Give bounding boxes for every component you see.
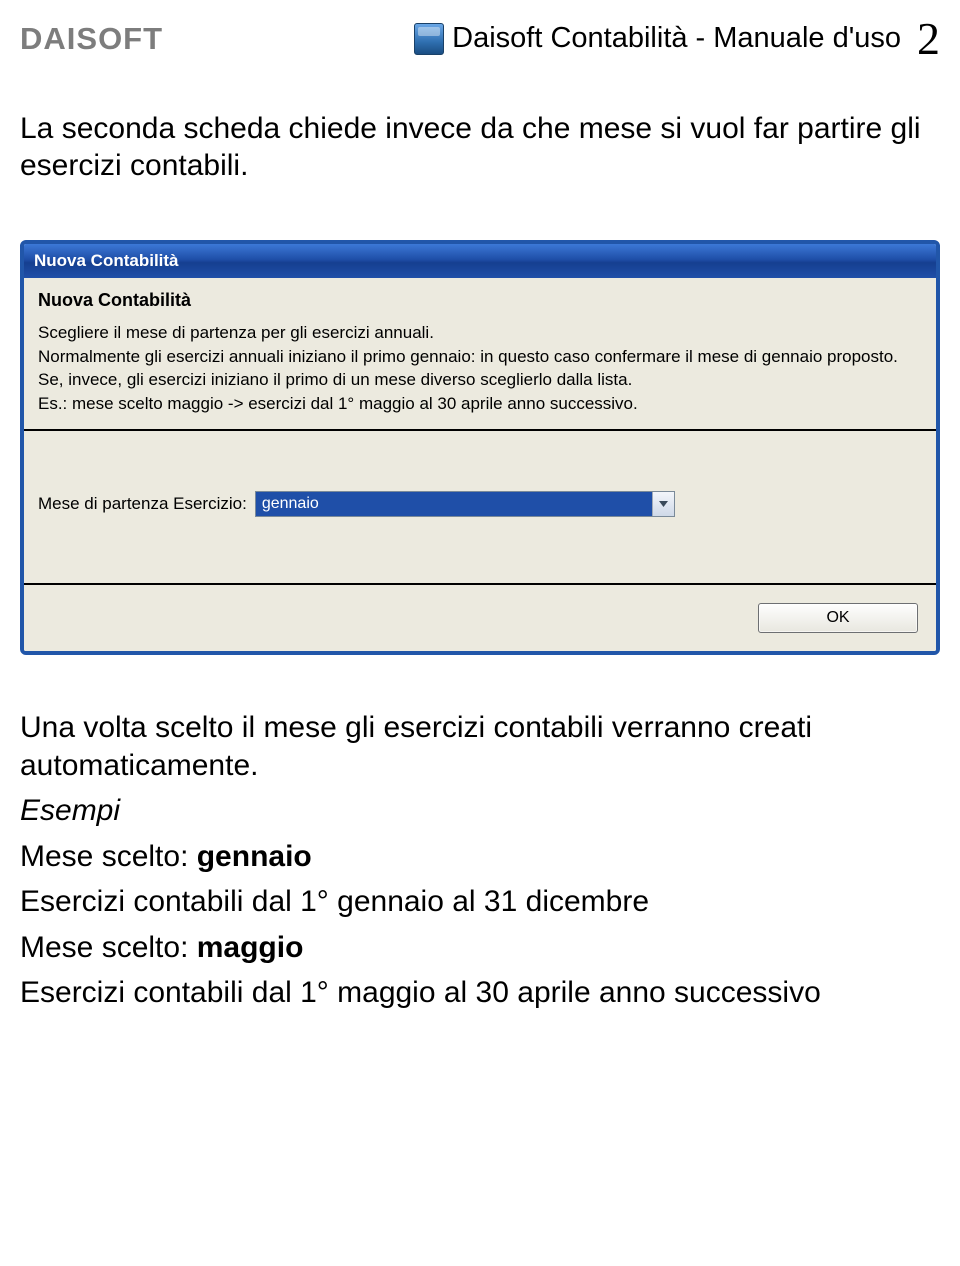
dialog-nuova-contabilita: Nuova Contabilità Nuova Contabilità Sceg…	[20, 240, 940, 655]
post-paragraph-1: Una volta scelto il mese gli esercizi co…	[20, 709, 940, 784]
field-row-mese-partenza: Mese di partenza Esercizio: gennaio	[24, 485, 936, 523]
dialog-instruction-1: Scegliere il mese di partenza per gli es…	[38, 321, 922, 344]
dropdown-button[interactable]	[652, 492, 674, 516]
dialog-instruction-3: Se, invece, gli esercizi iniziano il pri…	[38, 368, 922, 391]
intro-paragraph: La seconda scheda chiede invece da che m…	[20, 111, 940, 184]
example-gennaio-label: Mese scelto: gennaio	[20, 838, 940, 876]
document-title: Daisoft Contabilità - Manuale d'uso	[452, 22, 901, 55]
dialog-heading: Nuova Contabilità	[38, 290, 922, 311]
page-header: DAISOFT Daisoft Contabilità - Manuale d'…	[20, 12, 940, 65]
header-right: Daisoft Contabilità - Manuale d'uso 2	[414, 12, 940, 65]
field-label-mese-partenza: Mese di partenza Esercizio:	[38, 494, 247, 514]
mese-maggio: maggio	[197, 931, 304, 964]
esempi-heading: Esempi	[20, 792, 940, 830]
example-gennaio-line: Esercizi contabili dal 1° gennaio al 31 …	[20, 883, 940, 921]
dialog-instruction-4: Es.: mese scelto maggio -> esercizi dal …	[38, 392, 922, 415]
mese-gennaio: gennaio	[197, 840, 312, 873]
mese-scelto-prefix-2: Mese scelto:	[20, 931, 197, 964]
example-maggio-line: Esercizi contabili dal 1° maggio al 30 a…	[20, 974, 940, 1012]
ok-button[interactable]: OK	[758, 603, 918, 633]
app-icon	[414, 23, 444, 55]
dialog-titlebar: Nuova Contabilità	[24, 244, 936, 278]
dialog-instruction-2: Normalmente gli esercizi annuali inizian…	[38, 345, 922, 368]
brand-logo-text: DAISOFT	[20, 21, 163, 57]
example-maggio-label: Mese scelto: maggio	[20, 929, 940, 967]
mese-partenza-value: gennaio	[256, 492, 652, 516]
page-number: 2	[917, 12, 940, 65]
mese-scelto-prefix: Mese scelto:	[20, 840, 197, 873]
mese-partenza-dropdown[interactable]: gennaio	[255, 491, 675, 517]
chevron-down-icon	[659, 501, 668, 507]
